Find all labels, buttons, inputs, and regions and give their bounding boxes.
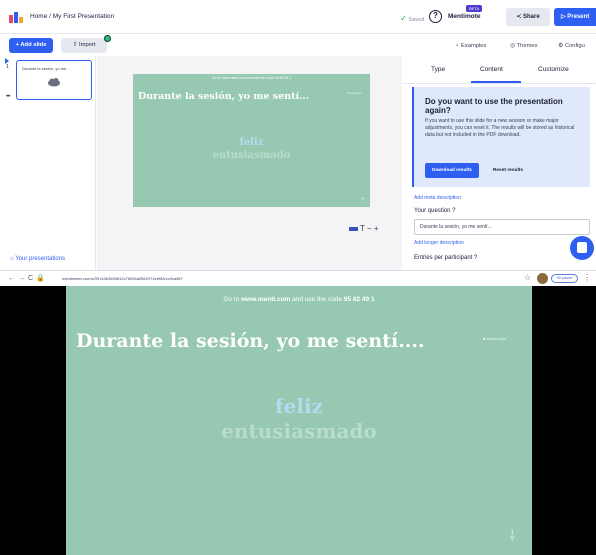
slide-watermark: ■ Mentimeter: [483, 336, 507, 341]
your-presentations-link[interactable]: ⌂ Your presentations: [10, 256, 65, 262]
chat-support-button[interactable]: [570, 236, 594, 260]
reload-icon[interactable]: C: [28, 275, 36, 282]
import-label: Import: [79, 42, 96, 48]
forward-icon[interactable]: →: [18, 275, 28, 282]
lock-icon: 🔒: [36, 275, 48, 282]
presentation-viewer: Go to www.menti.com and use the code 95 …: [0, 286, 596, 555]
slide-number: 1: [6, 64, 9, 70]
tab-type[interactable]: Type: [431, 66, 445, 73]
word-cloud-word: feliz: [239, 137, 264, 148]
mentimeter-editor: Home / My First Presentation ✓ Saved ? Me…: [0, 0, 596, 270]
add-slide-button[interactable]: + Add slide: [9, 38, 53, 53]
tab-content[interactable]: Content: [480, 66, 503, 73]
join-code: 95 82 49 1: [343, 296, 375, 303]
your-question-label: Your question ?: [414, 208, 456, 214]
entries-text: Entries per participant: [414, 255, 473, 261]
account-brand[interactable]: Mentimote: [448, 13, 481, 20]
chat-icon: [577, 242, 587, 253]
reset-results-button[interactable]: Reset results: [486, 163, 530, 178]
browser-nav-controls: ←→C🔒: [8, 274, 48, 282]
slide-question: Durante la sesión, yo me sentí....: [76, 330, 425, 352]
slide-canvas-area: Go to www.menti.com and use the code 95 …: [97, 56, 402, 270]
pause-button[interactable]: En pausa: [551, 274, 578, 283]
slide-options-icon[interactable]: •••: [6, 94, 10, 100]
saved-status: ✓ Saved: [400, 14, 424, 23]
join-instructions: Go to www.menti.com and use the code 95 …: [211, 76, 292, 80]
code-middle: and use the code: [290, 296, 344, 303]
mentimeter-logo-icon[interactable]: [9, 11, 25, 23]
slide-sidebar: 1 Durante la sesión, yo me... ••• ⌂ Your…: [0, 56, 96, 270]
slide-settings-panel: Type Content Customize Do you want to us…: [403, 56, 596, 270]
person-icon: ⚲: [510, 536, 515, 542]
your-presentations-label: Your presentations: [15, 256, 66, 262]
question-input[interactable]: Durante la sesión, yo me sentí...: [414, 219, 590, 235]
reset-notice-text: If you want to use this slide for a new …: [425, 118, 575, 138]
themes-icon: ◎: [510, 43, 517, 49]
present-label: Present: [567, 14, 590, 20]
saved-label: Saved: [408, 17, 425, 23]
active-tab-indicator: [471, 81, 521, 83]
address-bar[interactable]: mentimeter.com/s/39143b3659612c7690ba056…: [62, 276, 183, 281]
beta-badge: BETA: [466, 5, 483, 12]
participant-icon: ⚲: [361, 196, 364, 201]
slide-question: Durante la sesión, yo me sentí...: [138, 91, 310, 102]
profile-avatar[interactable]: [537, 273, 548, 284]
gear-icon: ⚙: [558, 43, 565, 49]
participant-count: 1 ⚲: [510, 530, 514, 542]
notification-dot: [104, 35, 111, 42]
word-cloud-word: entusiasmado: [212, 150, 291, 161]
panel-tabs: Type Content Customize: [403, 56, 596, 84]
zoom-in-icon[interactable]: +: [374, 224, 379, 233]
back-icon[interactable]: ←: [8, 275, 18, 282]
slide-watermark: Mentimeter: [346, 91, 362, 95]
color-chip-icon[interactable]: [349, 226, 358, 231]
breadcrumb[interactable]: Home / My First Presentation: [30, 13, 114, 20]
cloud-icon: [48, 78, 60, 87]
slide-preview[interactable]: Go to www.menti.com and use the code 95 …: [133, 74, 370, 207]
tab-customize[interactable]: Customize: [538, 66, 569, 73]
your-question-text: Your question: [414, 208, 451, 214]
word-cloud-word: feliz: [275, 394, 323, 418]
top-bar: Home / My First Presentation ✓ Saved ? Me…: [0, 0, 596, 34]
reset-notice-title: Do you want to use the presentation agai…: [425, 97, 563, 115]
reset-results-notice: Do you want to use the presentation agai…: [412, 87, 590, 187]
info-icon[interactable]: ?: [472, 255, 477, 261]
zoom-out-icon[interactable]: −: [365, 224, 374, 233]
info-icon[interactable]: ?: [450, 208, 455, 214]
screenshot-root: Home / My First Presentation ✓ Saved ? Me…: [0, 0, 596, 555]
slide-thumbnail[interactable]: Durante la sesión, yo me...: [16, 60, 92, 100]
help-icon[interactable]: ?: [429, 10, 442, 23]
share-button[interactable]: ≺ Share: [506, 8, 550, 26]
present-button[interactable]: ▷ Present: [554, 8, 596, 26]
configure-button[interactable]: ⚙ Configu: [558, 43, 585, 49]
thumbnail-title: Durante la sesión, yo me...: [22, 66, 70, 71]
slide-controls: T − +: [349, 224, 379, 233]
examples-label: Examples: [460, 43, 487, 49]
editor-toolbar: + Add slide ⇧ Import ♀ Examples ◎ Themes…: [0, 34, 596, 56]
import-button[interactable]: ⇧ Import: [61, 38, 107, 53]
themes-button[interactable]: ◎ Themes: [510, 43, 538, 49]
join-site: www.menti.com: [241, 296, 291, 303]
add-longer-description-link[interactable]: Add longer description: [414, 240, 464, 246]
download-results-button[interactable]: Download results: [425, 163, 479, 178]
check-icon: ✓: [400, 14, 407, 23]
themes-label: Themes: [516, 43, 538, 49]
word-cloud-word: entusiasmado: [221, 419, 377, 443]
presented-slide: Go to www.menti.com and use the code 95 …: [66, 286, 532, 555]
code-prefix: Go to: [223, 296, 242, 303]
share-icon: ≺: [516, 14, 523, 20]
browser-menu-icon[interactable]: ⋮: [583, 273, 591, 282]
configure-label: Configu: [564, 43, 585, 49]
add-meta-description-link[interactable]: Add meta description: [414, 195, 461, 201]
join-instructions: Go to www.menti.com and use the code 95 …: [66, 296, 532, 303]
share-label: Share: [523, 14, 540, 20]
browser-toolbar: ←→C🔒 mentimeter.com/s/39143b3659612c7690…: [0, 270, 596, 286]
watermark-text: Mentimeter: [486, 336, 507, 341]
bookmark-star-icon[interactable]: ☆: [524, 273, 531, 282]
entries-per-participant-label: Entries per participant ?: [414, 255, 477, 261]
examples-button[interactable]: ♀ Examples: [455, 43, 486, 49]
